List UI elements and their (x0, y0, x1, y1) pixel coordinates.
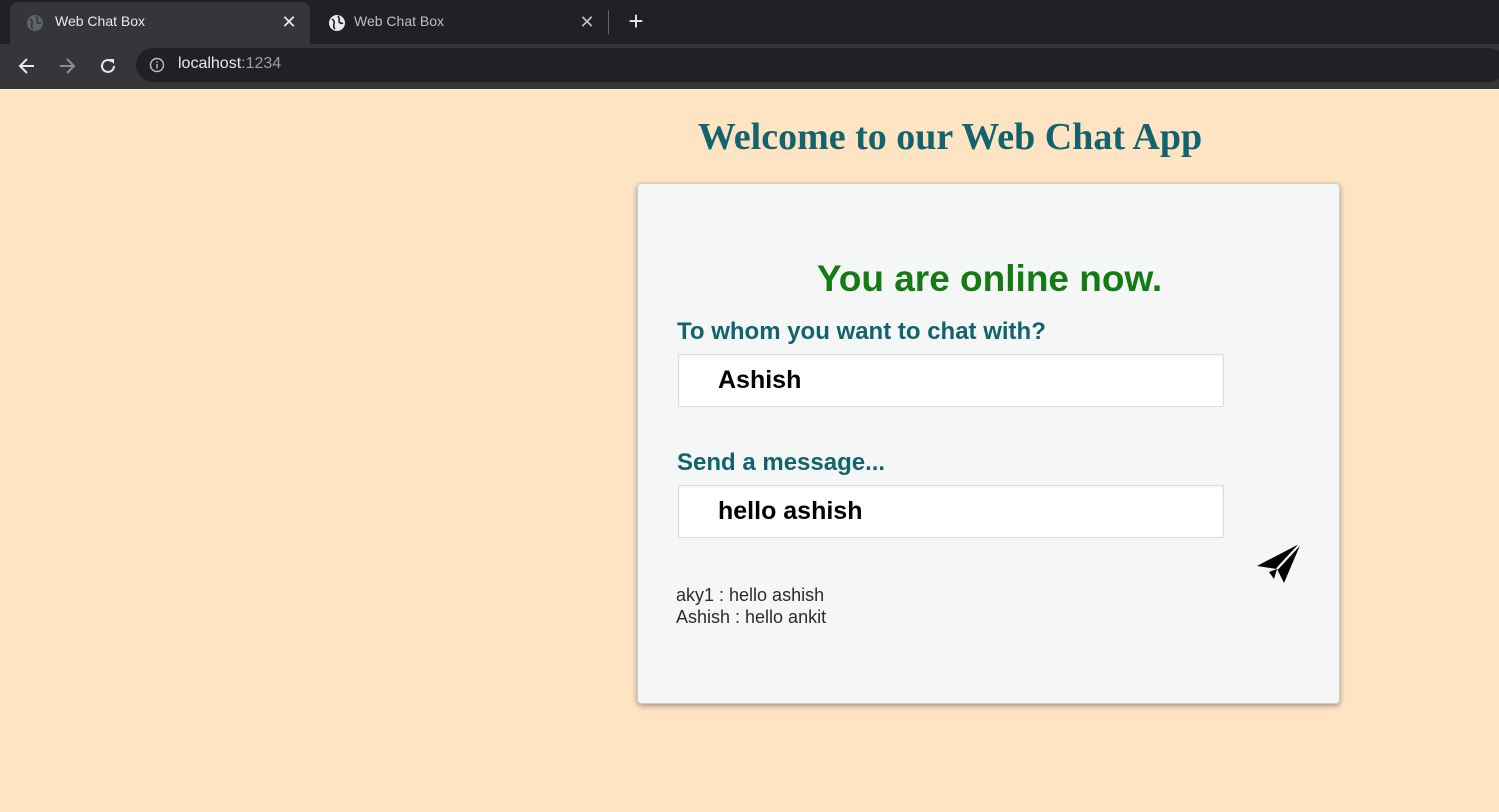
tab-title: Web Chat Box (55, 13, 146, 29)
send-button[interactable] (1256, 541, 1302, 585)
message-list: aky1 : hello ashish Ashish : hello ankit (676, 584, 826, 628)
message-label: Send a message... (677, 449, 886, 476)
address-bar[interactable]: localhost:1234 (136, 48, 1499, 82)
globe-icon (329, 15, 345, 31)
arrow-left-icon (18, 58, 34, 74)
message-item: Ashish : hello ankit (676, 607, 827, 627)
page-title: Welcome to our Web Chat App (697, 116, 1203, 158)
forward-button[interactable] (54, 53, 80, 79)
recipient-label: To whom you want to chat with? (677, 318, 1046, 345)
message-item: aky1 : hello ashish (676, 585, 825, 605)
url-port: :1234 (241, 55, 282, 72)
close-tab-icon[interactable]: ✕ (278, 11, 300, 33)
url-text: localhost:1234 (178, 55, 281, 73)
url-host: localhost (178, 55, 242, 72)
browser-toolbar: localhost:1234 (0, 44, 1499, 89)
online-status-text: You are online now. (816, 258, 1163, 299)
tab-separator (608, 10, 609, 34)
tab-strip: Web Chat Box ✕ Web Chat Box ✕ + (0, 0, 1499, 44)
reload-icon (101, 58, 115, 73)
globe-icon (27, 15, 43, 31)
paper-plane-icon (1257, 542, 1302, 583)
online-status: You are online now. (638, 258, 1341, 300)
tab-title: Web Chat Box (354, 13, 445, 29)
new-tab-button[interactable]: + (622, 8, 650, 36)
recipient-input[interactable] (678, 354, 1224, 407)
reload-button[interactable] (95, 53, 121, 79)
chat-card: You are online now. To whom you want to … (637, 183, 1340, 704)
back-button[interactable] (14, 53, 40, 79)
page-body: Welcome to our Web Chat App You are onli… (0, 89, 1499, 812)
tab-web-chat-box[interactable]: Web Chat Box ✕ (312, 2, 608, 44)
arrow-right-icon (60, 58, 76, 74)
message-input[interactable] (678, 485, 1224, 538)
info-icon[interactable] (149, 57, 165, 73)
tab-web-chat-box-active[interactable]: Web Chat Box ✕ (10, 2, 310, 44)
close-tab-icon[interactable]: ✕ (576, 11, 598, 33)
